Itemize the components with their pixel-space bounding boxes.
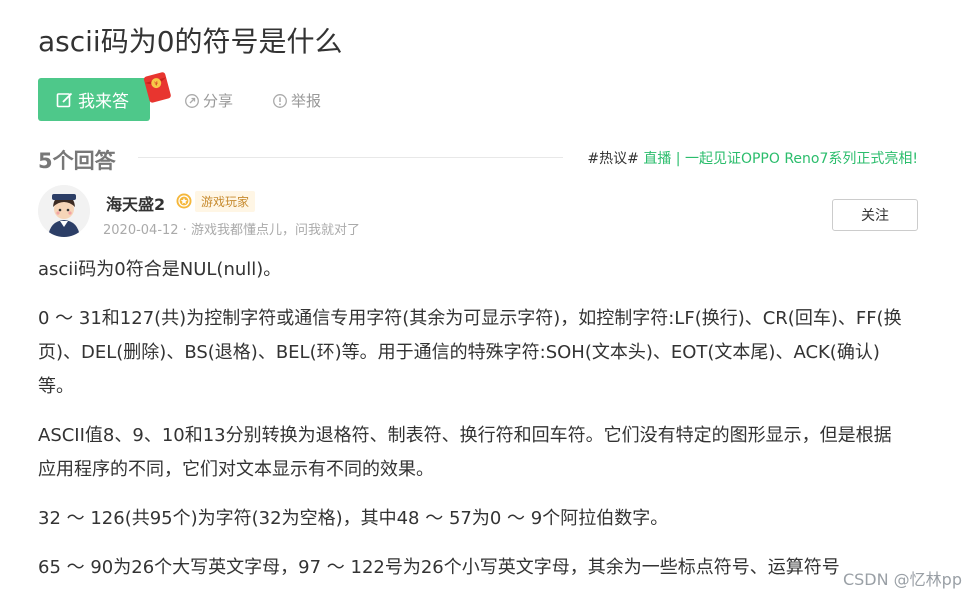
answer-content: ascii码为0符合是NUL(null)。 0 ～ 31和127(共)为控制字符… [38,253,908,597]
share-label: 分享 [203,92,234,110]
answer-button-label: 我来答 [78,92,129,112]
warning-icon [272,93,288,109]
answers-header: 5个回答 #热议# 直播 | 一起见证OPPO Reno7系列正式亮相! [38,145,918,173]
medal-icon [175,191,193,211]
hot-topic-link[interactable]: 直播 | 一起见证OPPO Reno7系列正式亮相! [643,151,918,167]
answer-count: 5个回答 [38,149,116,173]
watermark: CSDN @忆林pp [842,570,962,589]
red-packet-icon[interactable]: ¥ [137,66,177,106]
follow-button[interactable]: 关注 [832,199,918,231]
hot-topic-tag: #热议# [587,151,639,167]
user-name[interactable]: 海天盛2 [106,191,165,215]
page: ascii码为0的符号是什么 我来答 ¥ 分享 举报 5个回答 #热议# 直播 … [0,0,978,597]
avatar[interactable] [38,185,90,237]
report-button[interactable]: 举报 [272,90,321,111]
hot-topic: #热议# 直播 | 一起见证OPPO Reno7系列正式亮相! [587,148,918,168]
share-button[interactable]: 分享 [184,90,233,111]
answer-paragraph: ascii码为0符合是NUL(null)。 [38,259,282,280]
answer-meta: 2020-04-12 · 游戏我都懂点儿，问我就对了 [103,223,360,238]
answer-paragraph: 0 ～ 31和127(共)为控制字符或通信专用字符(其余为可显示字符)，如控制字… [38,308,902,397]
answer-paragraph: 32 ～ 126(共95个)为字符(32为空格)，其中48 ～ 57为0 ～ 9… [38,508,669,529]
badge-label: 游戏玩家 [195,190,256,212]
answer-button[interactable]: 我来答 [38,78,150,121]
user-badge: 游戏玩家 [175,190,256,212]
answer-paragraph: 65 ～ 90为26个大写英文字母，97 ～ 122号为26个小写英文字母，其余… [38,557,840,578]
question-title: ascii码为0的符号是什么 [38,25,343,58]
edit-icon [56,91,74,109]
share-icon [184,93,200,109]
report-label: 举报 [291,92,322,110]
answer-paragraph: ASCII值8、9、10和13分别转换为退格符、制表符、换行符和回车符。它们没有… [38,425,892,480]
divider [138,157,563,158]
